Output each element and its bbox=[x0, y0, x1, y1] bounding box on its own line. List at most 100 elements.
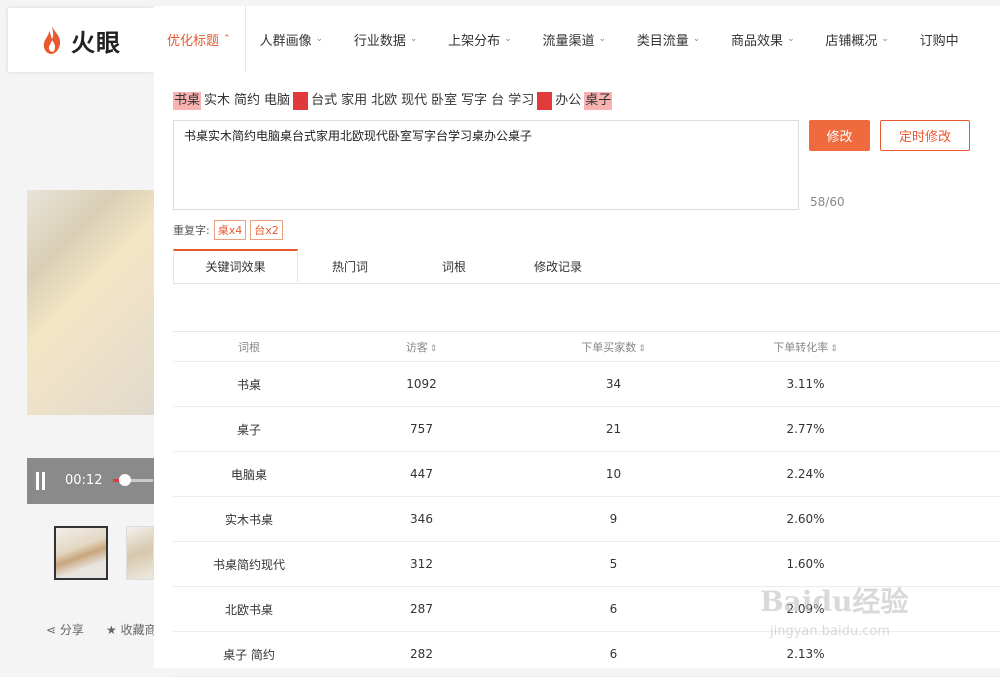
table-cell: 1.60% bbox=[786, 557, 825, 571]
column-header-label: 访客 bbox=[405, 340, 428, 354]
chevron-up-icon: ⌃ bbox=[223, 34, 231, 44]
table-cell: 桌子 bbox=[236, 422, 261, 437]
nav-item[interactable]: 行业数据 ⌄ bbox=[340, 6, 434, 72]
table-row: 电脑桌 447 10 2.24% bbox=[173, 452, 1000, 497]
modify-button[interactable]: 修改 bbox=[809, 120, 870, 151]
table-cell: 1092 bbox=[406, 377, 437, 391]
table-cell: 6 bbox=[609, 647, 618, 661]
sort-icon: ⇕ bbox=[429, 343, 438, 354]
product-thumbnail[interactable] bbox=[54, 526, 108, 580]
favorite-label: 收藏商品 bbox=[120, 623, 154, 637]
video-progress-bar[interactable] bbox=[113, 474, 153, 486]
nav-item-label: 行业数据 bbox=[353, 33, 406, 49]
table-cell: 北欧书桌 bbox=[224, 602, 273, 617]
table-cell: 312 bbox=[410, 557, 433, 571]
table-cell: 2.09% bbox=[786, 602, 825, 616]
chevron-down-icon: ⌄ bbox=[315, 34, 324, 44]
table-cell: 287 bbox=[410, 602, 433, 616]
table-cell: 21 bbox=[605, 422, 622, 436]
chevron-down-icon: ⌄ bbox=[409, 34, 418, 44]
title-token: 桌子 bbox=[584, 92, 613, 110]
column-header-label: 下单买家数 bbox=[581, 340, 637, 354]
nav-item-label: 店铺概况 bbox=[825, 33, 878, 49]
title-token: 桌 bbox=[537, 92, 553, 110]
title-token: 实木 bbox=[204, 93, 231, 108]
column-header[interactable]: 下单买家数 ⇕ bbox=[518, 339, 709, 355]
nav-item-label: 上架分布 bbox=[448, 33, 501, 49]
top-nav: 优化标题 ⌃ 人群画像 ⌄ 行业数据 ⌄ 上架分布 ⌄ 流量渠道 ⌄ 类目流量 ⌄ 商品效果 ⌄ 店铺概况 ⌄… bbox=[154, 6, 1000, 73]
column-header[interactable]: 访客 ⇕ bbox=[325, 339, 518, 355]
title-token: 办公 bbox=[555, 93, 582, 108]
tab[interactable]: 词根 bbox=[402, 249, 506, 283]
tab[interactable]: 热门词 bbox=[298, 249, 402, 283]
table-row: 北欧书桌 287 6 2.09% bbox=[173, 587, 1000, 632]
chevron-down-icon: ⌄ bbox=[692, 34, 701, 44]
nav-item-label: 优化标题 bbox=[167, 33, 220, 49]
table-header: 词根 访客 ⇕ 下单买家数 ⇕ 下单转化率 ⇕ bbox=[173, 332, 1000, 362]
favorite-link[interactable]: ★ 收藏商品 bbox=[106, 621, 154, 638]
table-cell: 757 bbox=[410, 422, 433, 436]
nav-item[interactable]: 流量渠道 ⌄ bbox=[528, 6, 622, 72]
table-cell: 346 bbox=[410, 512, 433, 526]
sort-icon: ⇕ bbox=[638, 343, 646, 354]
table-cell: 10 bbox=[605, 467, 622, 481]
table-cell: 34 bbox=[605, 377, 622, 391]
column-header[interactable]: 下单转化率 ⇕ bbox=[709, 339, 902, 355]
star-icon: ★ bbox=[106, 623, 121, 637]
nav-item[interactable]: 店铺概况 ⌄ bbox=[811, 6, 905, 72]
nav-item[interactable]: 上架分布 ⌄ bbox=[434, 6, 528, 72]
nav-item[interactable]: 订购中 bbox=[906, 6, 1000, 72]
nav-item-label: 类目流量 bbox=[636, 33, 689, 49]
title-token: 卧室 bbox=[431, 93, 458, 108]
analysis-tabs: 关键词效果 热门词 词根 修改记录 bbox=[173, 249, 1000, 284]
table-row: 桌子 757 21 2.77% bbox=[173, 407, 1000, 452]
title-token: 台式 bbox=[311, 93, 338, 108]
title-token: 家用 bbox=[341, 93, 368, 108]
nav-item[interactable]: 商品效果 ⌄ bbox=[717, 6, 811, 72]
table-cell: 9 bbox=[609, 512, 618, 526]
logo[interactable]: 火眼 bbox=[8, 8, 154, 72]
title-token: 写字 bbox=[461, 93, 488, 108]
title-input[interactable]: 书桌实木简约电脑桌台式家用北欧现代卧室写字台学习桌办公桌子 bbox=[173, 120, 799, 210]
schedule-modify-button[interactable]: 定时修改 bbox=[880, 120, 970, 151]
table-cell: 书桌 bbox=[236, 377, 261, 392]
title-optimizer-panel: 书桌 实木 简约 电脑桌台式 家用 北欧 现代 卧室 写字台学习桌办公 桌子 书桌实木简约电脑桌台… bbox=[154, 72, 1000, 677]
table-cell: 电脑桌 bbox=[230, 467, 267, 482]
column-header: 词根 bbox=[173, 339, 325, 355]
title-token: 简约 bbox=[234, 93, 261, 108]
table-row: 桌子 简约 282 6 2.13% bbox=[173, 632, 1000, 677]
table-cell: 桌子 简约 bbox=[223, 647, 275, 662]
product-video[interactable] bbox=[27, 190, 154, 415]
video-progress-knob[interactable] bbox=[119, 474, 131, 486]
logo-text: 火眼 bbox=[71, 28, 121, 57]
chevron-down-icon: ⌄ bbox=[881, 34, 889, 44]
table-cell: 2.24% bbox=[786, 467, 825, 481]
table-cell: 5 bbox=[609, 557, 618, 571]
duplicate-badge: 台x2 bbox=[250, 220, 283, 240]
table-row: 书桌 1092 34 3.11% bbox=[173, 362, 1000, 407]
chevron-down-icon: ⌄ bbox=[787, 34, 795, 44]
nav-item[interactable]: 人群画像 ⌄ bbox=[246, 6, 340, 72]
nav-item-label: 流量渠道 bbox=[542, 33, 595, 49]
share-link[interactable]: ⋖ 分享 bbox=[46, 621, 84, 638]
title-token: 电脑 bbox=[264, 93, 291, 108]
column-header-label: 词根 bbox=[238, 340, 260, 354]
table-cell: 2.13% bbox=[786, 647, 825, 661]
column-header-label: 下单转化率 bbox=[773, 340, 829, 354]
share-icon: ⋖ bbox=[46, 623, 60, 637]
video-time: 00:12 bbox=[65, 473, 103, 488]
chevron-down-icon: ⌄ bbox=[598, 34, 607, 44]
nav-item-label: 商品效果 bbox=[731, 33, 784, 49]
nav-item[interactable]: 类目流量 ⌄ bbox=[623, 6, 717, 72]
tab[interactable]: 关键词效果 bbox=[173, 249, 298, 283]
duplicate-chars: 重复字: 桌x4 台x2 bbox=[173, 220, 283, 240]
chevron-down-icon: ⌄ bbox=[504, 34, 512, 44]
title-token: 北欧 bbox=[371, 93, 398, 108]
tab[interactable]: 修改记录 bbox=[506, 249, 610, 283]
title-token: 书桌 bbox=[173, 92, 202, 110]
table-cell: 2.60% bbox=[786, 512, 825, 526]
pause-icon[interactable] bbox=[36, 472, 46, 490]
sort-icon: ⇕ bbox=[830, 343, 838, 354]
nav-item[interactable]: 优化标题 ⌃ bbox=[154, 6, 246, 72]
product-thumbnail[interactable] bbox=[126, 526, 154, 580]
